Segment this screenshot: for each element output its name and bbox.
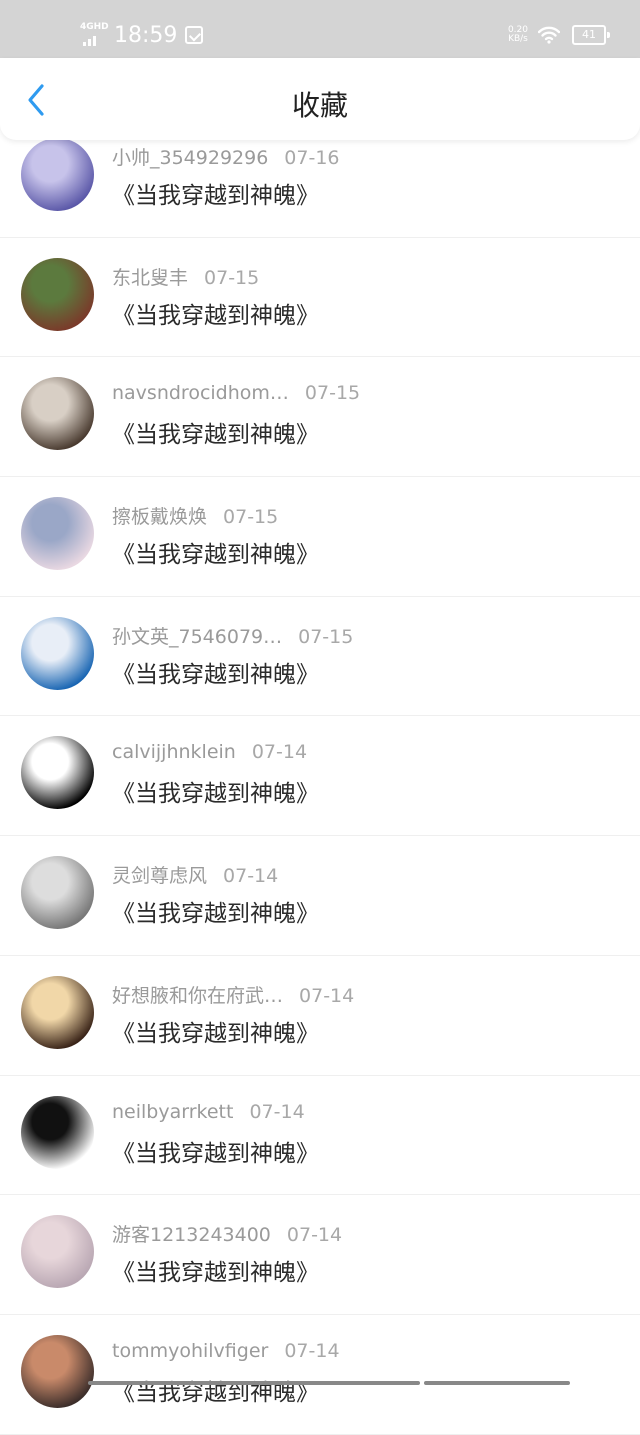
list-item[interactable]: 东北叟丰 07-15 《当我穿越到神魄》 <box>0 238 640 358</box>
favorites-list: 小帅_354929296 07-16 《当我穿越到神魄》 东北叟丰 07-15 《当我穿越… <box>0 118 640 1435</box>
divider <box>0 1433 640 1435</box>
book-title[interactable]: 《当我穿越到神魄》 <box>112 1014 319 1048</box>
date: 07-14 <box>284 1339 340 1362</box>
item-meta: 好想腋和你在府武… 07-14 <box>112 981 354 1008</box>
avatar[interactable] <box>21 856 94 930</box>
username[interactable]: navsndrocidhom… <box>112 382 289 404</box>
date: 07-16 <box>284 147 340 169</box>
avatar[interactable] <box>21 616 94 690</box>
avatar[interactable] <box>21 497 94 571</box>
avatar[interactable] <box>21 138 94 211</box>
status-bar: 4GHD 18:59 0.20 KB/s 41 <box>0 0 640 58</box>
book-title[interactable]: 《当我穿越到神魄》 <box>112 1134 319 1168</box>
book-title[interactable]: 《当我穿越到神魄》 <box>112 1373 319 1407</box>
book-title[interactable]: 《当我穿越到神魄》 <box>112 1253 319 1287</box>
date: 07-15 <box>298 625 354 648</box>
username[interactable]: 小帅_354929296 <box>112 147 268 169</box>
username[interactable]: 擦板戴焕焕 <box>112 506 207 528</box>
battery-indicator: 41 <box>572 25 610 45</box>
list-item[interactable]: 好想腋和你在府武… 07-14 《当我穿越到神魄》 <box>0 956 640 1076</box>
avatar[interactable] <box>21 975 94 1049</box>
list-item[interactable]: 灵剑尊虑风 07-14 《当我穿越到神魄》 <box>0 836 640 956</box>
list-item[interactable]: tommyohilvfiger 07-14 《当我穿越到神魄》 <box>0 1315 640 1435</box>
username[interactable]: calvijjhnklein <box>112 741 236 763</box>
book-title[interactable]: 《当我穿越到神魄》 <box>112 415 319 449</box>
item-meta: 灵剑尊虑风 07-14 <box>112 861 278 888</box>
item-meta: 孙文英_7546079… 07-15 <box>112 622 353 649</box>
page-title: 收藏 <box>291 89 348 122</box>
username[interactable]: 游客1213243400 <box>112 1224 271 1246</box>
network-speed: 0.20 KB/s <box>508 26 528 44</box>
date: 07-14 <box>299 984 355 1007</box>
network-type-label: 4GHD <box>80 22 109 32</box>
cellular-signal-icon: 4GHD <box>80 22 109 48</box>
status-time: 18:59 <box>114 22 178 48</box>
date: 07-15 <box>204 266 260 289</box>
item-meta: 游客1213243400 07-14 <box>112 1220 342 1247</box>
username[interactable]: 孙文英_7546079… <box>112 626 282 648</box>
date: 07-15 <box>223 506 279 529</box>
top-navigation-bar: 收藏 <box>0 58 640 140</box>
book-title[interactable]: 《当我穿越到神魄》 <box>112 894 319 928</box>
network-speed-unit: KB/s <box>508 34 528 44</box>
list-item[interactable]: 孙文英_7546079… 07-15 《当我穿越到神魄》 <box>0 597 640 717</box>
item-meta: tommyohilvfiger 07-14 <box>112 1340 340 1362</box>
avatar[interactable] <box>21 1215 94 1289</box>
notification-icon <box>185 26 204 44</box>
avatar[interactable] <box>21 377 94 451</box>
item-meta: 东北叟丰 07-15 <box>112 263 259 290</box>
book-title[interactable]: 《当我穿越到神魄》 <box>112 176 319 210</box>
username[interactable]: 好想腋和你在府武… <box>112 985 283 1007</box>
list-item[interactable]: 擦板戴焕焕 07-15 《当我穿越到神魄》 <box>0 477 640 597</box>
list-item[interactable]: calvijjhnklein 07-14 《当我穿越到神魄》 <box>0 716 640 837</box>
item-meta: neilbyarrkett 07-14 <box>112 1101 305 1123</box>
home-indicator-right <box>424 1381 570 1385</box>
date: 07-14 <box>249 1100 305 1123</box>
username[interactable]: neilbyarrkett <box>112 1101 233 1123</box>
avatar[interactable] <box>21 257 94 331</box>
book-title[interactable]: 《当我穿越到神魄》 <box>112 655 319 689</box>
status-right: 0.20 KB/s 41 <box>508 22 610 48</box>
avatar[interactable] <box>21 736 94 810</box>
home-indicator-left <box>88 1381 420 1385</box>
item-meta: calvijjhnklein 07-14 <box>112 741 307 763</box>
date: 07-15 <box>304 382 361 405</box>
date: 07-14 <box>223 865 279 888</box>
date: 07-14 <box>251 741 308 764</box>
item-meta: 擦板戴焕焕 07-15 <box>112 502 278 529</box>
username[interactable]: tommyohilvfiger <box>112 1340 268 1362</box>
list-item[interactable]: 游客1213243400 07-14 《当我穿越到神魄》 <box>0 1195 640 1315</box>
book-title[interactable]: 《当我穿越到神魄》 <box>112 535 319 569</box>
book-title[interactable]: 《当我穿越到神魄》 <box>112 296 319 330</box>
status-left: 4GHD 18:59 <box>80 20 204 50</box>
item-meta: 小帅_354929296 07-16 <box>112 143 340 170</box>
wifi-icon <box>538 26 560 44</box>
book-title[interactable]: 《当我穿越到神魄》 <box>112 774 319 808</box>
item-meta: navsndrocidhom… 07-15 <box>112 382 360 404</box>
list-item[interactable]: navsndrocidhom… 07-15 《当我穿越到神魄》 <box>0 357 640 478</box>
avatar[interactable] <box>21 1095 94 1169</box>
list-item[interactable]: neilbyarrkett 07-14 《当我穿越到神魄》 <box>0 1076 640 1196</box>
avatar[interactable] <box>21 1334 94 1408</box>
username[interactable]: 灵剑尊虑风 <box>112 865 207 887</box>
date: 07-14 <box>286 1224 343 1247</box>
username[interactable]: 东北叟丰 <box>112 267 188 289</box>
